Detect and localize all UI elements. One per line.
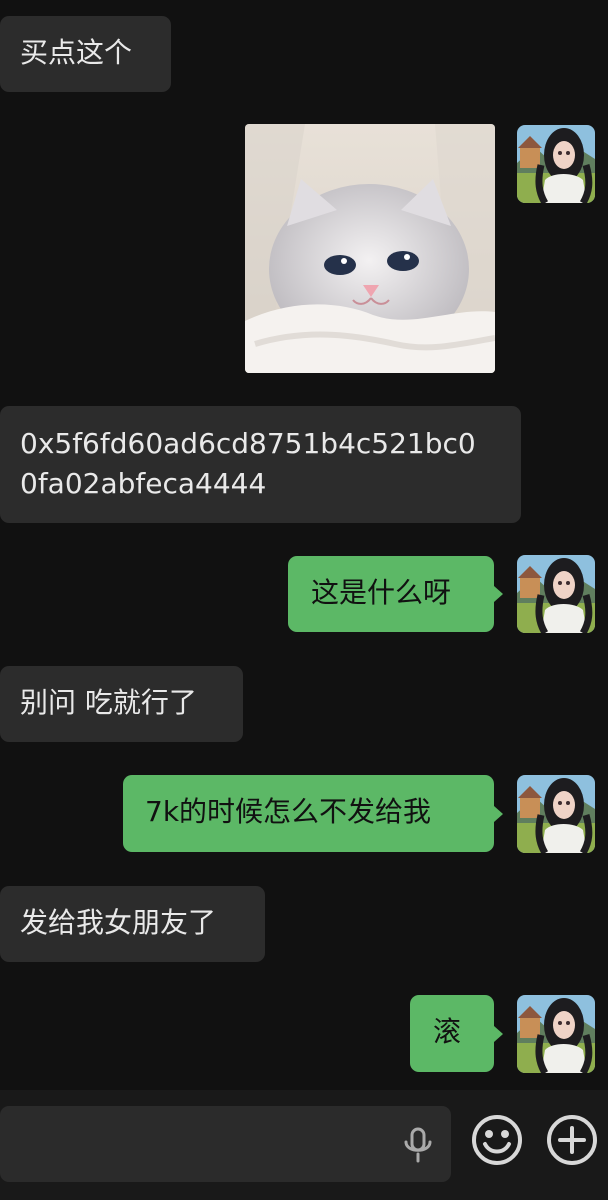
outgoing-message-bubble[interactable]: 这是什么呀	[288, 556, 494, 632]
message-text-line-1: 0x5f6fd60ad6cd8751b4c521bc0	[20, 427, 476, 460]
chat-thread: 买点这个 0x5f6fd60ad6cd8751b4c521bc0 0fa02ab…	[0, 0, 608, 1090]
outgoing-message-bubble[interactable]: 滚	[410, 995, 494, 1072]
outgoing-bubble-tail	[494, 1026, 503, 1042]
incoming-message-bubble[interactable]: 发给我女朋友了	[0, 886, 265, 962]
incoming-message-bubble[interactable]: 买点这个	[0, 16, 171, 92]
avatar[interactable]	[517, 995, 595, 1073]
message-composer	[0, 1090, 608, 1200]
message-text: 发给我女朋友了	[20, 906, 217, 939]
kitten-sticker-message[interactable]	[245, 124, 495, 373]
message-text: 别问 吃就行了	[20, 686, 197, 719]
kitten-sticker-image	[245, 124, 495, 373]
microphone-icon[interactable]	[400, 1126, 436, 1164]
message-text: 滚	[433, 1015, 462, 1048]
message-input[interactable]	[0, 1106, 451, 1182]
avatar-girl-icon	[517, 125, 595, 203]
message-text: 7k的时候怎么不发给我	[145, 795, 432, 828]
message-text: 这是什么呀	[311, 576, 452, 609]
outgoing-message-bubble[interactable]: 7k的时候怎么不发给我	[123, 775, 494, 852]
avatar[interactable]	[517, 125, 595, 203]
emoji-icon[interactable]	[470, 1113, 524, 1167]
outgoing-bubble-tail	[494, 586, 503, 602]
incoming-message-bubble[interactable]: 0x5f6fd60ad6cd8751b4c521bc0 0fa02abfeca4…	[0, 406, 521, 523]
outgoing-bubble-tail	[494, 806, 503, 822]
message-text-line-2: 0fa02abfeca4444	[20, 467, 267, 500]
avatar-girl-icon	[517, 555, 595, 633]
avatar-girl-icon	[517, 775, 595, 853]
plus-icon[interactable]	[545, 1113, 599, 1167]
avatar-girl-icon	[517, 995, 595, 1073]
avatar[interactable]	[517, 775, 595, 853]
avatar[interactable]	[517, 555, 595, 633]
message-text: 买点这个	[20, 36, 133, 69]
incoming-message-bubble[interactable]: 别问 吃就行了	[0, 666, 243, 742]
